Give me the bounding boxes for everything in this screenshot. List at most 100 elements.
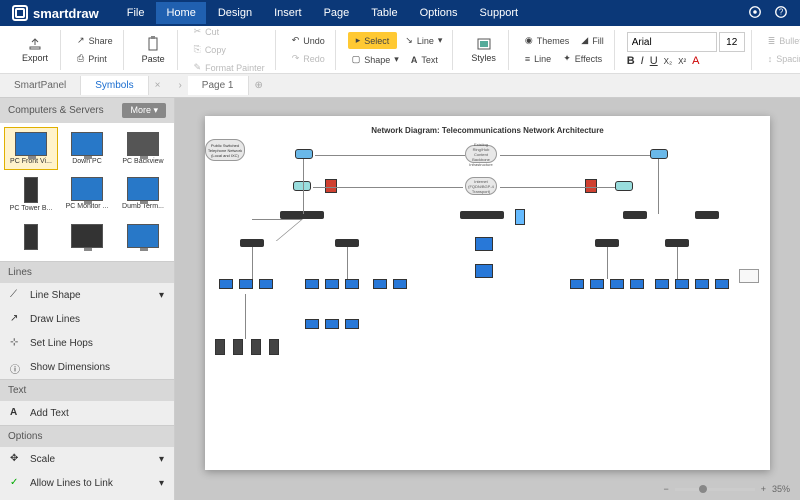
font-color-button[interactable]: A	[692, 55, 699, 67]
superscript-button[interactable]: X²	[678, 57, 686, 66]
node-pc-8[interactable]	[393, 279, 407, 290]
cut-button[interactable]: ✂ Cut	[190, 24, 269, 39]
font-family-select[interactable]	[627, 32, 717, 52]
select-tool[interactable]: ▸ Select	[348, 32, 398, 49]
font-size-input[interactable]	[719, 32, 745, 52]
zoom-out-button[interactable]: −	[663, 484, 668, 494]
text-tool[interactable]: A Text	[407, 52, 442, 67]
node-pc-4[interactable]	[305, 279, 319, 290]
node-sw-a[interactable]	[240, 239, 264, 247]
diagram-page[interactable]: Network Diagram: Telecommunications Netw…	[205, 116, 770, 470]
tab-symbols[interactable]: Symbols	[81, 76, 148, 95]
node-hub-3[interactable]	[623, 211, 647, 219]
zoom-in-button[interactable]: +	[761, 484, 766, 494]
menu-options[interactable]: Options	[410, 2, 468, 24]
node-pc-r2[interactable]	[590, 279, 604, 290]
node-sw-d[interactable]	[665, 239, 689, 247]
show-dimensions-item[interactable]: ⓘShow Dimensions	[0, 355, 174, 379]
node-pc-bm3[interactable]	[345, 319, 359, 330]
node-pc-r3[interactable]	[610, 279, 624, 290]
node-router-right[interactable]	[650, 149, 668, 159]
node-device-box[interactable]	[739, 269, 759, 283]
node-pc-r1[interactable]	[570, 279, 584, 290]
node-pc-bm2[interactable]	[325, 319, 339, 330]
tab-symbols-close[interactable]: ×	[149, 80, 167, 91]
node-pc-5[interactable]	[325, 279, 339, 290]
subscript-button[interactable]: X₂	[664, 57, 672, 66]
node-pc-r7[interactable]	[695, 279, 709, 290]
themes-button[interactable]: ◉ Themes	[521, 33, 573, 48]
node-srv-b4[interactable]	[269, 339, 279, 355]
menu-design[interactable]: Design	[208, 2, 262, 24]
symbol-down-pc[interactable]: Down PC	[60, 127, 114, 170]
node-pc-r8[interactable]	[715, 279, 729, 290]
draw-lines-item[interactable]: ↗Draw Lines	[0, 307, 174, 331]
tab-page1[interactable]: Page 1	[188, 76, 249, 95]
node-pc-r4[interactable]	[630, 279, 644, 290]
node-cloud-backbone[interactable]: Existing Ring/Hub Content Backbone Infra…	[465, 145, 497, 163]
underline-button[interactable]: U	[650, 55, 658, 67]
add-text-item[interactable]: AAdd Text	[0, 401, 174, 425]
line-tool[interactable]: ↘ Line ▾	[401, 32, 446, 49]
node-pc-r5[interactable]	[655, 279, 669, 290]
node-pc-2[interactable]	[239, 279, 253, 290]
allow-link-item[interactable]: ✓Allow Lines to Link▾	[0, 471, 174, 495]
notification-icon[interactable]	[748, 5, 762, 22]
help-icon[interactable]: ?	[774, 5, 788, 22]
menu-support[interactable]: Support	[470, 2, 529, 24]
symbol-8[interactable]	[60, 219, 114, 257]
menu-home[interactable]: Home	[156, 2, 205, 24]
node-firewall-1[interactable]	[325, 179, 337, 193]
bullet-button[interactable]: ≣ Bullet	[764, 34, 800, 49]
node-firewall-2[interactable]	[585, 179, 597, 193]
symbol-pc-backview[interactable]: PC Backview	[116, 127, 170, 170]
node-srv-b2[interactable]	[233, 339, 243, 355]
node-switch-1[interactable]	[293, 181, 311, 191]
canvas-area[interactable]: Network Diagram: Telecommunications Netw…	[175, 98, 800, 500]
node-router-left[interactable]	[295, 149, 313, 159]
bold-button[interactable]: B	[627, 55, 635, 67]
node-sw-c[interactable]	[595, 239, 619, 247]
tabs-back[interactable]: ›	[172, 80, 187, 91]
node-hub-4[interactable]	[695, 211, 719, 219]
menu-page[interactable]: Page	[314, 2, 360, 24]
symbol-7[interactable]	[4, 219, 58, 257]
line-shape-item[interactable]: ⟋Line Shape▾	[0, 283, 174, 307]
node-srv-b1[interactable]	[215, 339, 225, 355]
menu-insert[interactable]: Insert	[264, 2, 312, 24]
node-sw-b[interactable]	[335, 239, 359, 247]
node-switch-2[interactable]	[615, 181, 633, 191]
node-pc-center2[interactable]	[475, 264, 493, 279]
symbol-pc-monitor[interactable]: PC Monitor ...	[60, 172, 114, 217]
node-hub-2[interactable]	[460, 211, 504, 219]
format-painter-button[interactable]: ✎ Format Painter	[190, 60, 269, 75]
node-pc-1[interactable]	[219, 279, 233, 290]
node-hub-1[interactable]	[280, 211, 324, 219]
node-pc-7[interactable]	[373, 279, 387, 290]
node-pc-6[interactable]	[345, 279, 359, 290]
redo-button[interactable]: ↷ Redo	[288, 51, 329, 66]
symbol-pc-front[interactable]: PC Front Vi...	[4, 127, 58, 170]
linestyle-button[interactable]: ≡ Line	[521, 51, 555, 66]
print-button[interactable]: ⎙ Print	[73, 51, 117, 66]
symbol-pc-tower[interactable]: PC Tower B...	[4, 172, 58, 217]
more-button[interactable]: More ▾	[122, 103, 166, 118]
fill-button[interactable]: ◢ Fill	[577, 33, 607, 48]
add-page-button[interactable]: ⊕	[249, 80, 269, 91]
share-button[interactable]: ↗ Share	[73, 33, 117, 48]
menu-file[interactable]: File	[117, 2, 155, 24]
symbol-dumb-term[interactable]: Dumb Term...	[116, 172, 170, 217]
node-pc-r6[interactable]	[675, 279, 689, 290]
export-button[interactable]: Export	[16, 37, 54, 63]
line-hops-item[interactable]: ⊹Set Line Hops	[0, 331, 174, 355]
menu-table[interactable]: Table	[361, 2, 407, 24]
undo-button[interactable]: ↶ Undo	[288, 33, 329, 48]
symbol-9[interactable]	[116, 219, 170, 257]
node-srv-mid[interactable]	[515, 209, 525, 225]
node-cloud-internet[interactable]: Internet (FQDN/BGP-4 Transport)	[465, 177, 497, 195]
paste-button[interactable]: Paste	[136, 36, 171, 64]
node-pc-3[interactable]	[259, 279, 273, 290]
shape-tool[interactable]: ▢ Shape ▾	[348, 52, 403, 67]
node-pc-bm1[interactable]	[305, 319, 319, 330]
scale-item[interactable]: ✥Scale▾	[0, 447, 174, 471]
